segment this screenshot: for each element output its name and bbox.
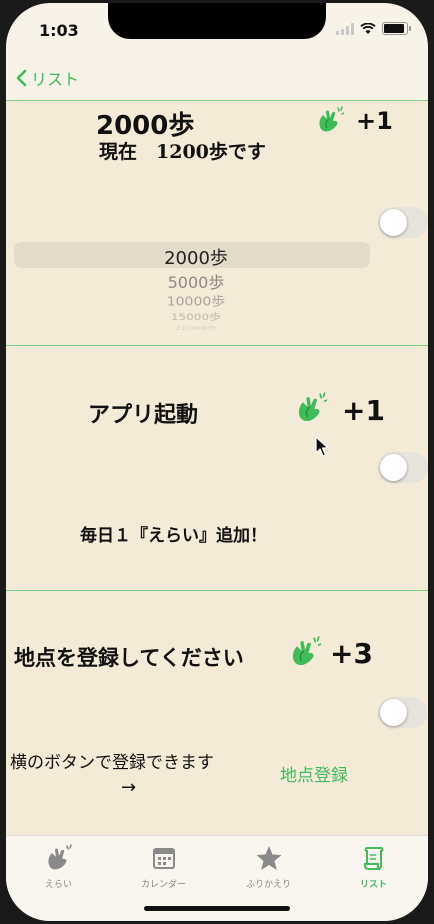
clap-icon (295, 392, 328, 428)
steps-plus: +1 (356, 107, 393, 135)
tab-label: リスト (359, 880, 387, 890)
place-toggle-knob (380, 699, 407, 726)
star-icon (256, 846, 281, 870)
tab-review[interactable]: ふりかえり (216, 844, 321, 890)
calendar-icon (152, 848, 175, 869)
tab-label: カレンダー (140, 880, 186, 890)
steps-picker-option[interactable]: 5000歩 (6, 269, 386, 293)
tab-erai[interactable]: えらい (6, 844, 111, 890)
tab-label: ふりかえり (245, 880, 291, 890)
signal-icon (336, 22, 354, 35)
place-arrow: → (121, 777, 137, 798)
steps-toggle[interactable] (378, 207, 428, 238)
back-button[interactable]: リスト (16, 66, 79, 90)
place-hint: 横のボタンで登録できます (10, 753, 214, 773)
place-toggle[interactable] (378, 697, 428, 728)
status-time: 1:03 (39, 21, 79, 40)
register-place-button[interactable]: 地点登録 (280, 761, 348, 786)
app-toggle-knob (380, 454, 407, 481)
steps-picker-option[interactable]: 15000歩 (6, 310, 386, 323)
wifi-icon (360, 22, 376, 34)
list-item-place: 地点を登録してください +3 横のボタンで登録できます → 地点登録 (6, 591, 428, 835)
battery-icon (382, 22, 411, 35)
back-label: リスト (31, 70, 80, 89)
phone-screen: 1:03 リスト 2000歩 +1 現在 1200歩です 2000歩 5000歩… (6, 3, 428, 921)
steps-toggle-knob (380, 209, 407, 236)
steps-picker-option[interactable]: 2000歩 (6, 244, 386, 270)
steps-picker-option[interactable]: 20000歩 (6, 324, 386, 332)
mouse-cursor-icon (315, 436, 329, 457)
home-indicator (144, 906, 290, 911)
app-plus: +1 (342, 394, 385, 427)
status-icons (336, 22, 411, 35)
chevron-left-icon (16, 69, 27, 87)
list-icon (363, 847, 383, 870)
list-item-app-launch: アプリ起動 +1 毎日１『えらい』追加！ (6, 346, 428, 591)
clap-icon (47, 844, 72, 870)
achievement-list[interactable]: 2000歩 +1 現在 1200歩です 2000歩 5000歩 10000歩 1… (6, 101, 428, 835)
clap-icon (316, 106, 345, 138)
steps-current: 現在 1200歩です (99, 141, 266, 163)
tab-calendar[interactable]: カレンダー (111, 844, 216, 890)
place-title: 地点を登録してください (14, 645, 244, 670)
list-item-steps: 2000歩 +1 現在 1200歩です 2000歩 5000歩 10000歩 1… (6, 101, 428, 346)
app-title: アプリ起動 (88, 402, 199, 428)
tab-list[interactable]: リスト (321, 844, 426, 890)
notch (108, 3, 326, 39)
app-note: 毎日１『えらい』追加！ (80, 526, 267, 546)
steps-picker-option[interactable]: 10000歩 (6, 292, 386, 310)
place-plus: +3 (330, 637, 373, 670)
tab-label: えらい (44, 880, 72, 890)
navigation-bar: リスト (6, 58, 428, 101)
clap-icon (289, 636, 322, 672)
app-toggle[interactable] (378, 452, 428, 483)
